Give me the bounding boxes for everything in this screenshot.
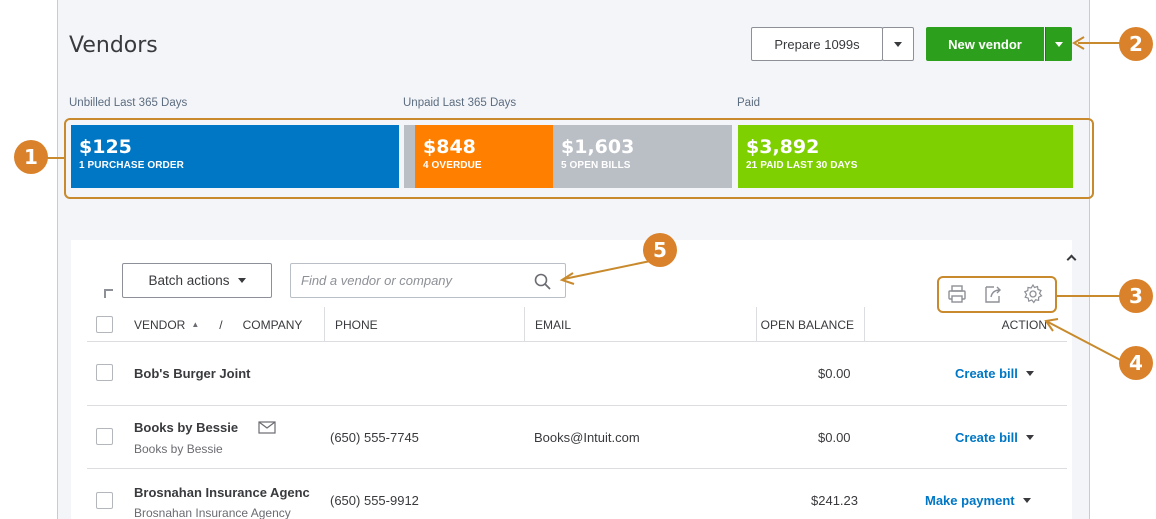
vendor-company-header[interactable]: VENDOR ▲ / COMPANY — [122, 307, 325, 342]
vendor-search-input[interactable] — [301, 264, 521, 297]
callout-badge-1: 1 — [14, 140, 48, 174]
make-payment-action[interactable]: Make payment — [925, 493, 1031, 508]
chevron-down-icon[interactable] — [1025, 371, 1034, 376]
phone-number: (650) 555-9912 — [330, 493, 419, 508]
chevron-down-icon[interactable] — [1025, 435, 1034, 440]
row-checkbox[interactable] — [96, 428, 113, 445]
header-divider — [87, 341, 1067, 342]
batch-actions-button[interactable]: Batch actions — [122, 263, 272, 298]
paid-label: Paid — [737, 97, 761, 109]
open-balance: $0.00 — [818, 366, 851, 381]
callout-badge-4: 4 — [1119, 346, 1153, 380]
column-separator: / — [219, 317, 223, 332]
vendor-column-header[interactable]: VENDOR — [134, 318, 185, 332]
toolbar-icons-highlight — [937, 276, 1057, 313]
email-column-header[interactable]: EMAIL — [525, 307, 757, 342]
action-label[interactable]: Create bill — [955, 430, 1018, 445]
chevron-down-icon[interactable] — [1022, 498, 1031, 503]
unbilled-label: Unbilled Last 365 Days — [69, 97, 188, 109]
unpaid-label: Unpaid Last 365 Days — [403, 97, 517, 109]
open-balance: $0.00 — [818, 430, 851, 445]
collapse-chevron-up-icon[interactable] — [1060, 246, 1082, 268]
new-vendor-button[interactable]: New vendor — [926, 27, 1044, 61]
page-title: Vendors — [69, 33, 158, 58]
prepare-1099s-button[interactable]: Prepare 1099s — [751, 27, 883, 61]
action-label[interactable]: Create bill — [955, 366, 1018, 381]
callout-badge-2: 2 — [1119, 27, 1153, 61]
create-bill-action[interactable]: Create bill — [955, 366, 1034, 381]
action-label[interactable]: Make payment — [925, 493, 1015, 508]
email-envelope-icon[interactable] — [258, 421, 276, 434]
open-balance: $241.23 — [811, 493, 858, 508]
chevron-down-icon — [894, 41, 902, 47]
batch-actions-label: Batch actions — [148, 273, 230, 288]
search-icon[interactable] — [534, 273, 551, 290]
callout-badge-3: 3 — [1119, 279, 1153, 313]
vendor-name[interactable]: Brosnahan Insurance Agenc — [134, 485, 324, 500]
prepare-1099s-dropdown-button[interactable] — [882, 27, 914, 61]
money-bar-highlight — [64, 118, 1094, 199]
company-name: Brosnahan Insurance Agency — [134, 506, 291, 519]
phone-number: (650) 555-7745 — [330, 430, 419, 445]
create-bill-action[interactable]: Create bill — [955, 430, 1034, 445]
open-balance-column-header[interactable]: OPEN BALANCE — [757, 307, 865, 342]
phone-column-header[interactable]: PHONE — [325, 307, 525, 342]
corner-mark — [104, 289, 113, 298]
select-all-checkbox[interactable] — [96, 316, 113, 333]
callout-line-3 — [1057, 295, 1122, 297]
phone-header-label: PHONE — [335, 317, 378, 332]
action-header-label: ACTION — [1001, 317, 1047, 332]
row-divider — [87, 468, 1067, 469]
row-checkbox[interactable] — [96, 492, 113, 509]
vendor-search-field[interactable] — [290, 263, 566, 298]
open-balance-header-label: OPEN BALANCE — [760, 317, 854, 332]
email-address: Books@Intuit.com — [534, 430, 640, 445]
vendor-name[interactable]: Bob's Burger Joint — [134, 366, 251, 381]
chevron-down-icon — [237, 278, 246, 283]
vendor-name[interactable]: Books by Bessie — [134, 420, 238, 435]
chevron-down-icon — [1055, 41, 1063, 47]
company-column-header[interactable]: COMPANY — [243, 318, 303, 332]
sort-ascending-icon: ▲ — [191, 320, 200, 329]
new-vendor-dropdown-button[interactable] — [1045, 27, 1072, 61]
row-checkbox[interactable] — [96, 364, 113, 381]
callout-badge-5: 5 — [643, 233, 677, 267]
email-header-label: EMAIL — [535, 317, 572, 332]
row-divider — [87, 405, 1067, 406]
company-name: Books by Bessie — [134, 442, 223, 456]
